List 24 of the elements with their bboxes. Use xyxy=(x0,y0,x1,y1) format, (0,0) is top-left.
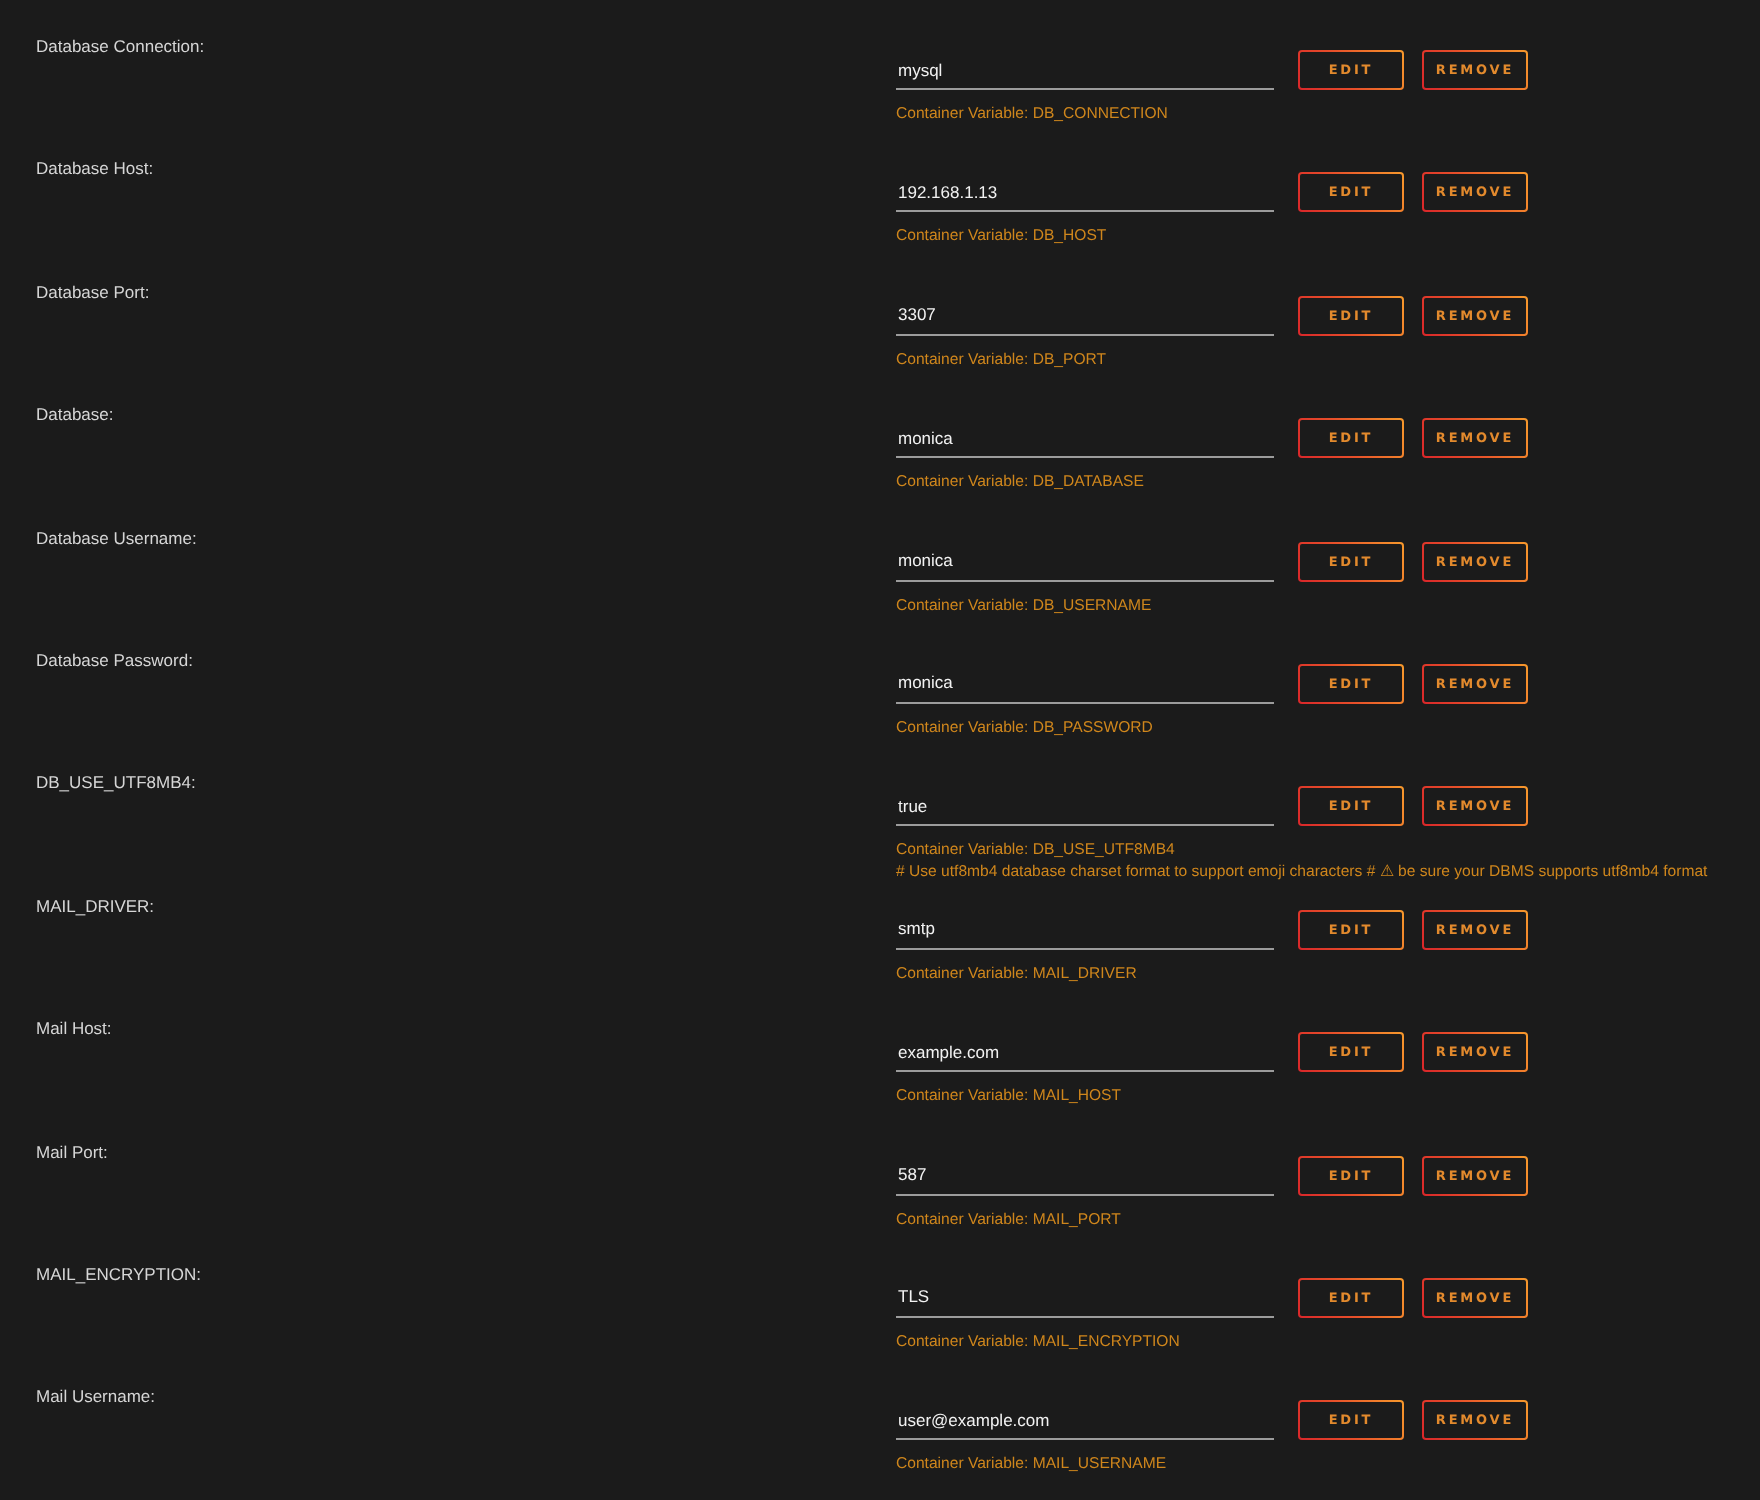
text-field[interactable]: TLS xyxy=(896,1277,1274,1318)
text-field[interactable]: 587 xyxy=(896,1155,1274,1196)
field-label: MAIL_DRIVER: xyxy=(36,895,155,918)
text-field[interactable]: example.com xyxy=(896,1032,1274,1073)
field-label: MAIL_ENCRYPTION: xyxy=(36,1263,202,1286)
text-field[interactable]: true xyxy=(896,786,1274,827)
text-field[interactable]: monica xyxy=(896,663,1274,704)
text-field[interactable]: smtp xyxy=(896,909,1274,950)
field-label: Database Username: xyxy=(36,527,197,550)
field-label: Database Password: xyxy=(36,649,193,672)
field-label: DB_USE_UTF8MB4: xyxy=(36,772,196,795)
text-field[interactable]: 192.168.1.13 xyxy=(896,172,1274,213)
field-label: Mail Username: xyxy=(36,1386,156,1409)
text-field[interactable]: monica xyxy=(896,418,1274,459)
text-field[interactable]: monica xyxy=(896,541,1274,582)
text-field[interactable]: mysql xyxy=(896,50,1274,90)
text-field[interactable]: 3307 xyxy=(896,295,1274,336)
field-label: Database Host: xyxy=(36,158,154,181)
field-label: Mail Port: xyxy=(36,1141,108,1164)
text-field[interactable]: user@example.com xyxy=(896,1400,1274,1441)
field-label: Database: xyxy=(36,404,114,427)
field-label: Database Port: xyxy=(36,281,150,304)
field-label: Database Connection: xyxy=(36,36,205,58)
field-label: Mail Host: xyxy=(36,1018,112,1041)
